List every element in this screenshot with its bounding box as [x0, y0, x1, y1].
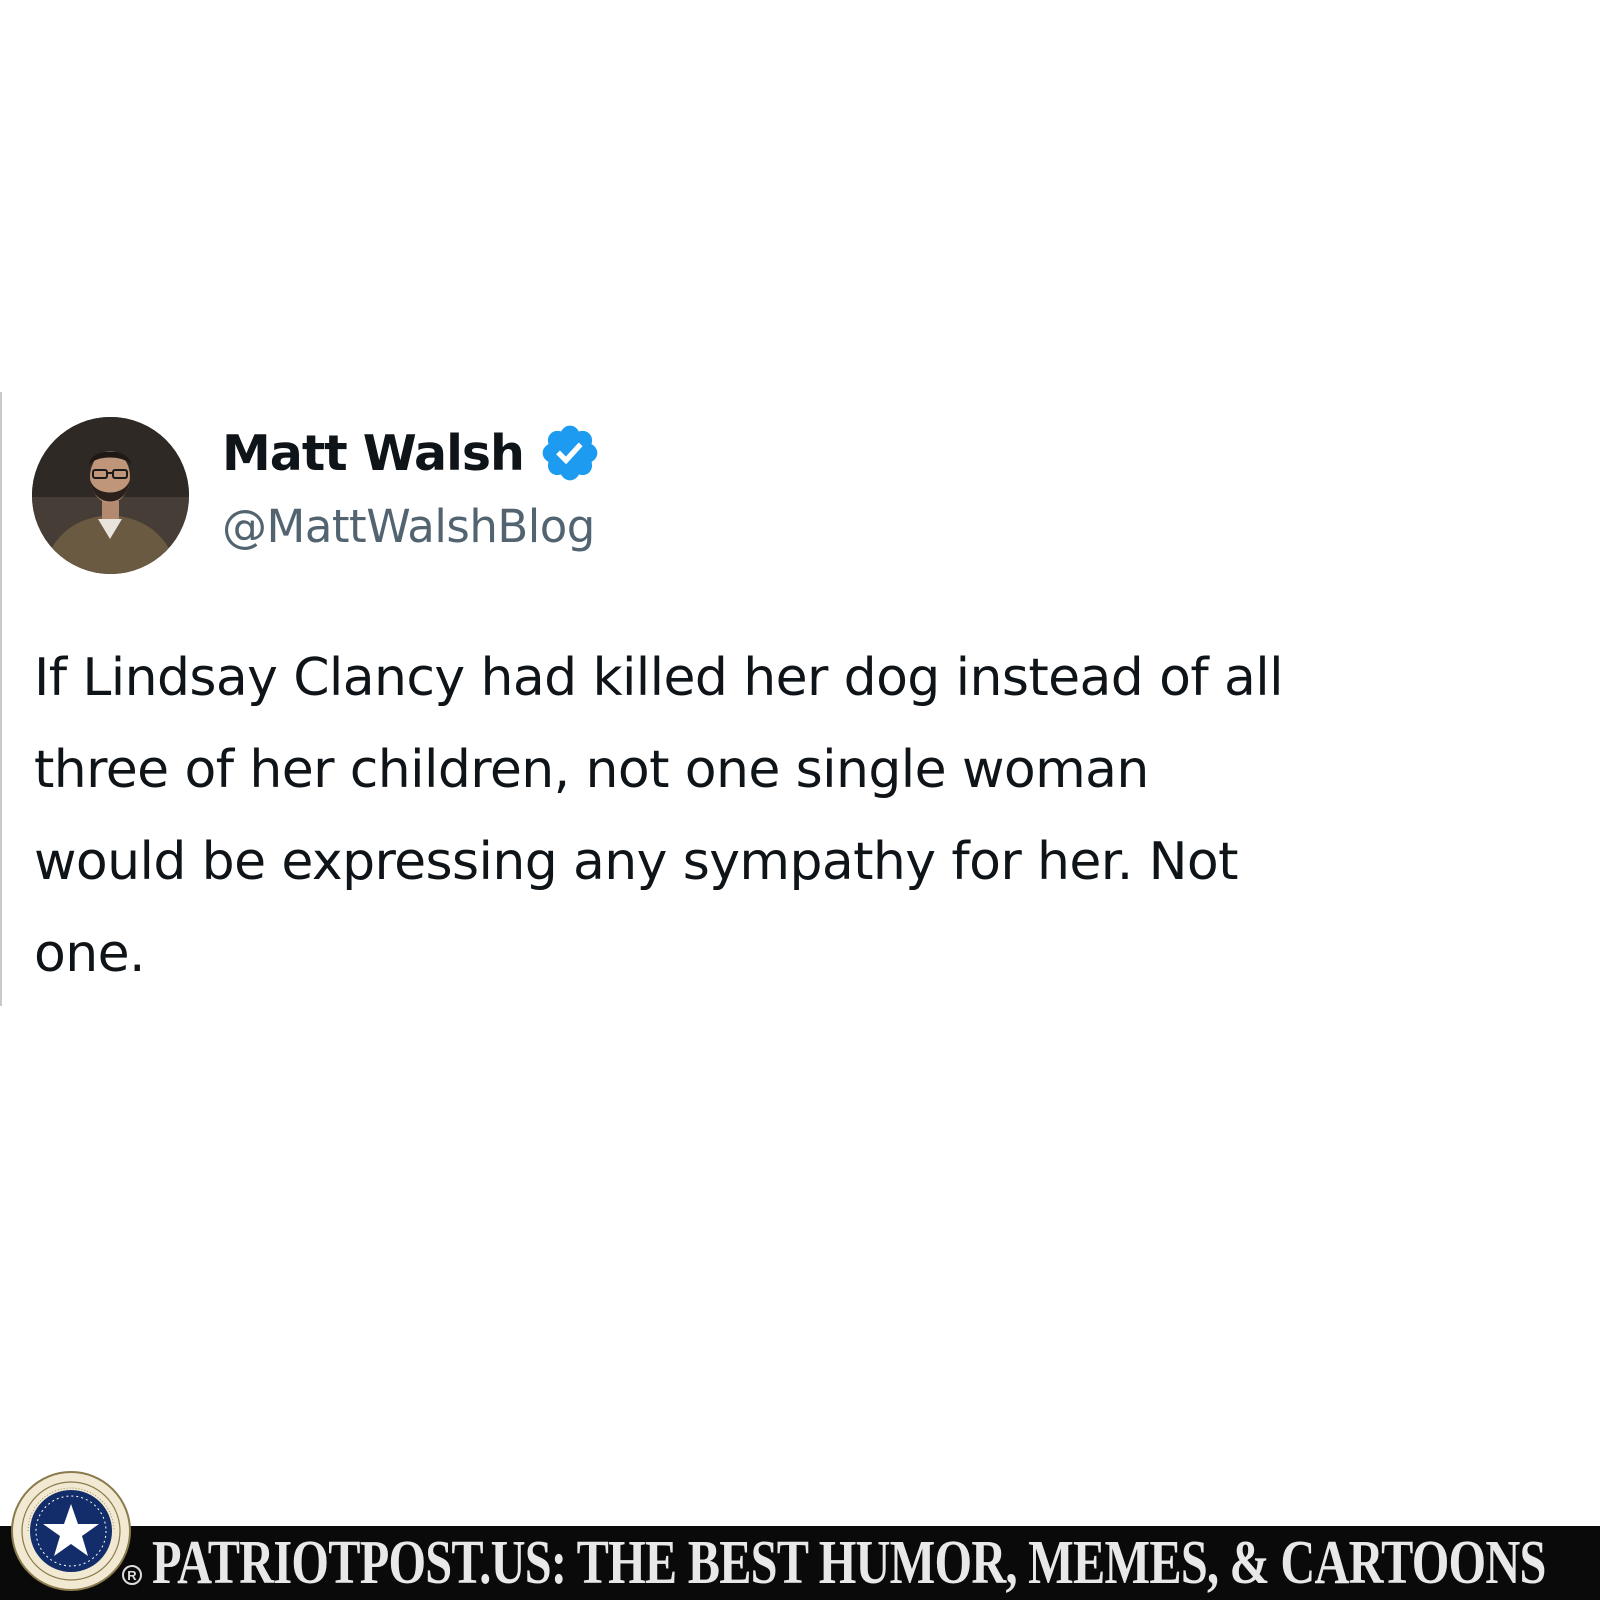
user-handle[interactable]: @MattWalshBlog [222, 500, 595, 553]
verified-badge-icon [542, 425, 598, 481]
avatar-photo [32, 417, 189, 574]
avatar[interactable] [32, 417, 189, 574]
display-name-row: Matt Walsh [222, 422, 602, 484]
tweet-text: If Lindsay Clancy had killed her dog ins… [34, 648, 1284, 984]
patriot-post-seal-logo [11, 1471, 131, 1591]
footer-banner-text[interactable]: PATRIOTPOST.US: THE BEST HUMOR, MEMES, &… [152, 1527, 1546, 1600]
display-name[interactable]: Matt Walsh [222, 425, 525, 482]
tweet-card: Matt Walsh @MattWalshBlog If Lindsay Cla… [0, 392, 1600, 1006]
registered-trademark-icon: R [122, 1565, 142, 1585]
left-border [0, 392, 2, 1006]
